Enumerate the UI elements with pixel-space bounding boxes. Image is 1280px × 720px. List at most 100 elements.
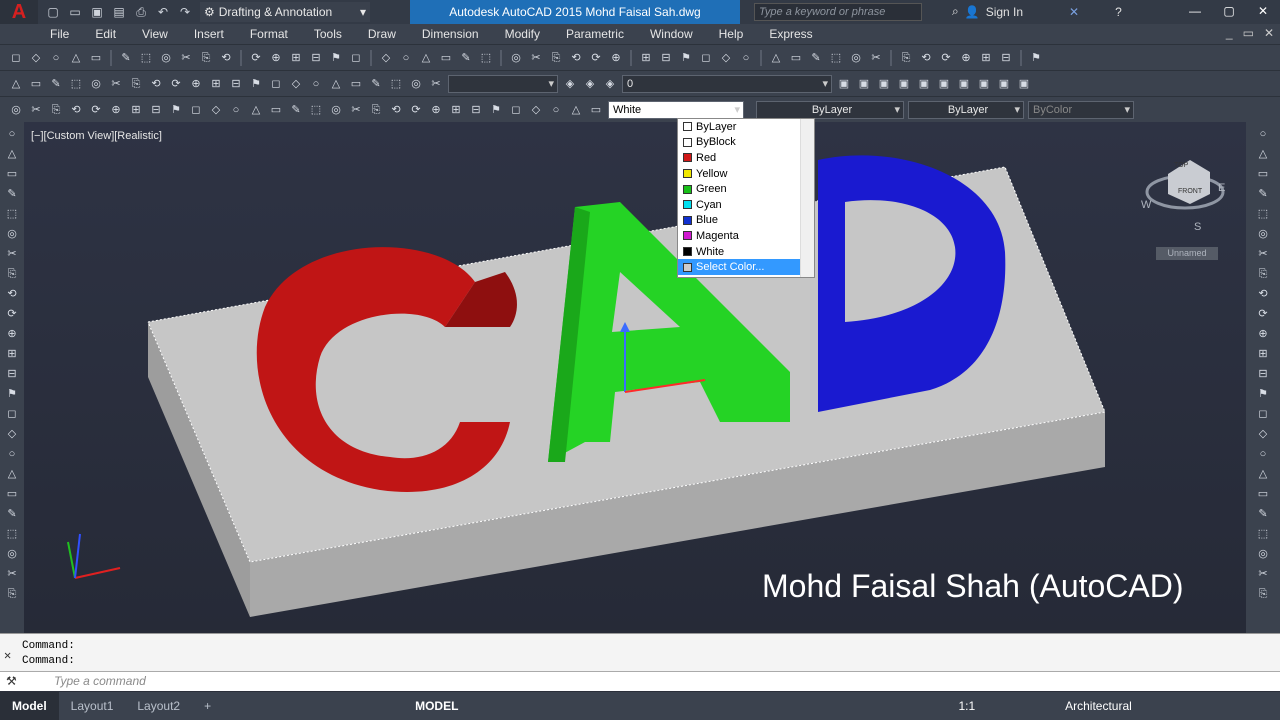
standard-tool-47-icon[interactable]: ⊟ bbox=[998, 50, 1014, 66]
view-tool-9-icon[interactable]: ⚑ bbox=[168, 102, 184, 118]
menu-item-dimension[interactable]: Dimension bbox=[422, 27, 479, 41]
dimension-tool-14-icon[interactable]: ◻ bbox=[268, 76, 284, 92]
view-tool-25-icon[interactable]: ⚑ bbox=[488, 102, 504, 118]
compass-s[interactable]: S bbox=[1194, 221, 1201, 233]
modify-tool-8-icon[interactable]: ⎘ bbox=[1255, 266, 1271, 282]
units-selector[interactable]: Architectural bbox=[1065, 699, 1132, 713]
view-tool-18-icon[interactable]: ✂ bbox=[348, 102, 364, 118]
view-tool-12-icon[interactable]: ○ bbox=[228, 102, 244, 118]
standard-tool-48-icon[interactable]: ⚑ bbox=[1028, 50, 1044, 66]
color-option-magenta[interactable]: Magenta bbox=[678, 228, 800, 244]
view-tool-29-icon[interactable]: △ bbox=[568, 102, 584, 118]
draw-tool-20-icon[interactable]: ✎ bbox=[4, 506, 20, 522]
draw-tool-17-icon[interactable]: ○ bbox=[4, 446, 20, 462]
tab-model[interactable]: Model bbox=[0, 692, 59, 720]
view-tool-6-icon[interactable]: ⊕ bbox=[108, 102, 124, 118]
draw-tool-12-icon[interactable]: ⊞ bbox=[4, 346, 20, 362]
color-option-green[interactable]: Green bbox=[678, 181, 800, 197]
standard-tool-20-icon[interactable]: △ bbox=[418, 50, 434, 66]
binoculars-icon[interactable]: ⌕ bbox=[952, 4, 959, 19]
layer-tool-extra-4-icon[interactable]: ▣ bbox=[896, 76, 912, 92]
dimension-tool-11-icon[interactable]: ⊞ bbox=[208, 76, 224, 92]
view-tool-24-icon[interactable]: ⊟ bbox=[468, 102, 484, 118]
standard-tool-31-icon[interactable]: ⊟ bbox=[658, 50, 674, 66]
dimension-tool-22-icon[interactable]: ✂ bbox=[428, 76, 444, 92]
color-combo[interactable]: White bbox=[608, 100, 744, 119]
draw-tool-23-icon[interactable]: ✂ bbox=[4, 566, 20, 582]
sign-in[interactable]: ⌕ 👤 Sign In ✕ ? bbox=[952, 4, 1122, 19]
dimension-tool-13-icon[interactable]: ⚑ bbox=[248, 76, 264, 92]
dimension-tool-20-icon[interactable]: ⬚ bbox=[388, 76, 404, 92]
view-tool-26-icon[interactable]: ◻ bbox=[508, 102, 524, 118]
color-option-selectcolor[interactable]: Select Color... bbox=[678, 259, 800, 275]
view-tool-28-icon[interactable]: ○ bbox=[548, 102, 564, 118]
modify-tool-20-icon[interactable]: ✎ bbox=[1255, 506, 1271, 522]
layer-combo[interactable]: 0 bbox=[622, 74, 832, 93]
maximize-button[interactable]: ▢ bbox=[1212, 0, 1246, 22]
draw-tool-7-icon[interactable]: ✂ bbox=[4, 246, 20, 262]
standard-tool-6-icon[interactable]: ✎ bbox=[118, 50, 134, 66]
modify-tool-6-icon[interactable]: ◎ bbox=[1255, 226, 1271, 242]
dimension-tool-3-icon[interactable]: ✎ bbox=[48, 76, 64, 92]
tab-layout1[interactable]: Layout1 bbox=[59, 692, 126, 720]
dimension-tool-10-icon[interactable]: ⊕ bbox=[188, 76, 204, 92]
modify-tool-13-icon[interactable]: ⊟ bbox=[1255, 366, 1271, 382]
menu-item-window[interactable]: Window bbox=[650, 27, 693, 41]
modify-tool-16-icon[interactable]: ◇ bbox=[1255, 426, 1271, 442]
viewport-controls-label[interactable]: [−][Custom View][Realistic] bbox=[31, 130, 162, 142]
layer-tool-extra-1-icon[interactable]: ▣ bbox=[836, 76, 852, 92]
standard-tool-17-icon[interactable]: ◻ bbox=[348, 50, 364, 66]
standard-tool-32-icon[interactable]: ⚑ bbox=[678, 50, 694, 66]
color-option-red[interactable]: Red bbox=[678, 150, 800, 166]
dimension-tool-18-icon[interactable]: ▭ bbox=[348, 76, 364, 92]
dimension-tool-2-icon[interactable]: ▭ bbox=[28, 76, 44, 92]
menu-item-edit[interactable]: Edit bbox=[95, 27, 116, 41]
draw-tool-14-icon[interactable]: ⚑ bbox=[4, 386, 20, 402]
draw-tool-19-icon[interactable]: ▭ bbox=[4, 486, 20, 502]
standard-tool-35-icon[interactable]: ○ bbox=[738, 50, 754, 66]
draw-tool-6-icon[interactable]: ◎ bbox=[4, 226, 20, 242]
dimension-tool-6-icon[interactable]: ✂ bbox=[108, 76, 124, 92]
standard-tool-27-icon[interactable]: ⟲ bbox=[568, 50, 584, 66]
dimension-style-combo[interactable] bbox=[448, 74, 558, 93]
draw-tool-22-icon[interactable]: ◎ bbox=[4, 546, 20, 562]
doc-restore-button[interactable]: ▭ bbox=[1243, 26, 1254, 40]
color-option-yellow[interactable]: Yellow bbox=[678, 166, 800, 182]
standard-tool-42-icon[interactable]: ⎘ bbox=[898, 50, 914, 66]
view-tool-14-icon[interactable]: ▭ bbox=[268, 102, 284, 118]
standard-tool-11-icon[interactable]: ⟲ bbox=[218, 50, 234, 66]
standard-tool-36-icon[interactable]: △ bbox=[768, 50, 784, 66]
draw-tool-11-icon[interactable]: ⊕ bbox=[4, 326, 20, 342]
draw-tool-1-icon[interactable]: ○ bbox=[4, 126, 20, 142]
draw-tool-18-icon[interactable]: △ bbox=[4, 466, 20, 482]
standard-tool-16-icon[interactable]: ⚑ bbox=[328, 50, 344, 66]
modify-tool-4-icon[interactable]: ✎ bbox=[1255, 186, 1271, 202]
modify-tool-24-icon[interactable]: ⎘ bbox=[1255, 586, 1271, 602]
standard-tool-9-icon[interactable]: ✂ bbox=[178, 50, 194, 66]
view-tool-27-icon[interactable]: ◇ bbox=[528, 102, 544, 118]
workspace-switcher[interactable]: ⚙ Drafting & Annotation ▾ bbox=[200, 2, 370, 22]
menu-item-express[interactable]: Express bbox=[769, 27, 812, 41]
layer-tool-extra-3-icon[interactable]: ▣ bbox=[876, 76, 892, 92]
draw-tool-9-icon[interactable]: ⟲ bbox=[4, 286, 20, 302]
saveas-icon[interactable]: ▤ bbox=[110, 4, 128, 20]
color-option-white[interactable]: White bbox=[678, 244, 800, 260]
color-option-byblock[interactable]: ByBlock bbox=[678, 135, 800, 151]
standard-tool-1-icon[interactable]: ◻ bbox=[8, 50, 24, 66]
layer-tool-extra-7-icon[interactable]: ▣ bbox=[956, 76, 972, 92]
standard-tool-46-icon[interactable]: ⊞ bbox=[978, 50, 994, 66]
standard-tool-39-icon[interactable]: ⬚ bbox=[828, 50, 844, 66]
standard-tool-10-icon[interactable]: ⎘ bbox=[198, 50, 214, 66]
sign-in-label[interactable]: Sign In bbox=[986, 5, 1023, 19]
draw-tool-16-icon[interactable]: ◇ bbox=[4, 426, 20, 442]
view-tool-8-icon[interactable]: ⊟ bbox=[148, 102, 164, 118]
menu-item-insert[interactable]: Insert bbox=[194, 27, 224, 41]
standard-tool-15-icon[interactable]: ⊟ bbox=[308, 50, 324, 66]
view-tool-17-icon[interactable]: ◎ bbox=[328, 102, 344, 118]
viewcube-top-label[interactable]: TOP bbox=[1174, 162, 1188, 169]
standard-tool-13-icon[interactable]: ⊕ bbox=[268, 50, 284, 66]
view-tool-22-icon[interactable]: ⊕ bbox=[428, 102, 444, 118]
modify-tool-21-icon[interactable]: ⬚ bbox=[1255, 526, 1271, 542]
modify-tool-11-icon[interactable]: ⊕ bbox=[1255, 326, 1271, 342]
modify-tool-3-icon[interactable]: ▭ bbox=[1255, 166, 1271, 182]
